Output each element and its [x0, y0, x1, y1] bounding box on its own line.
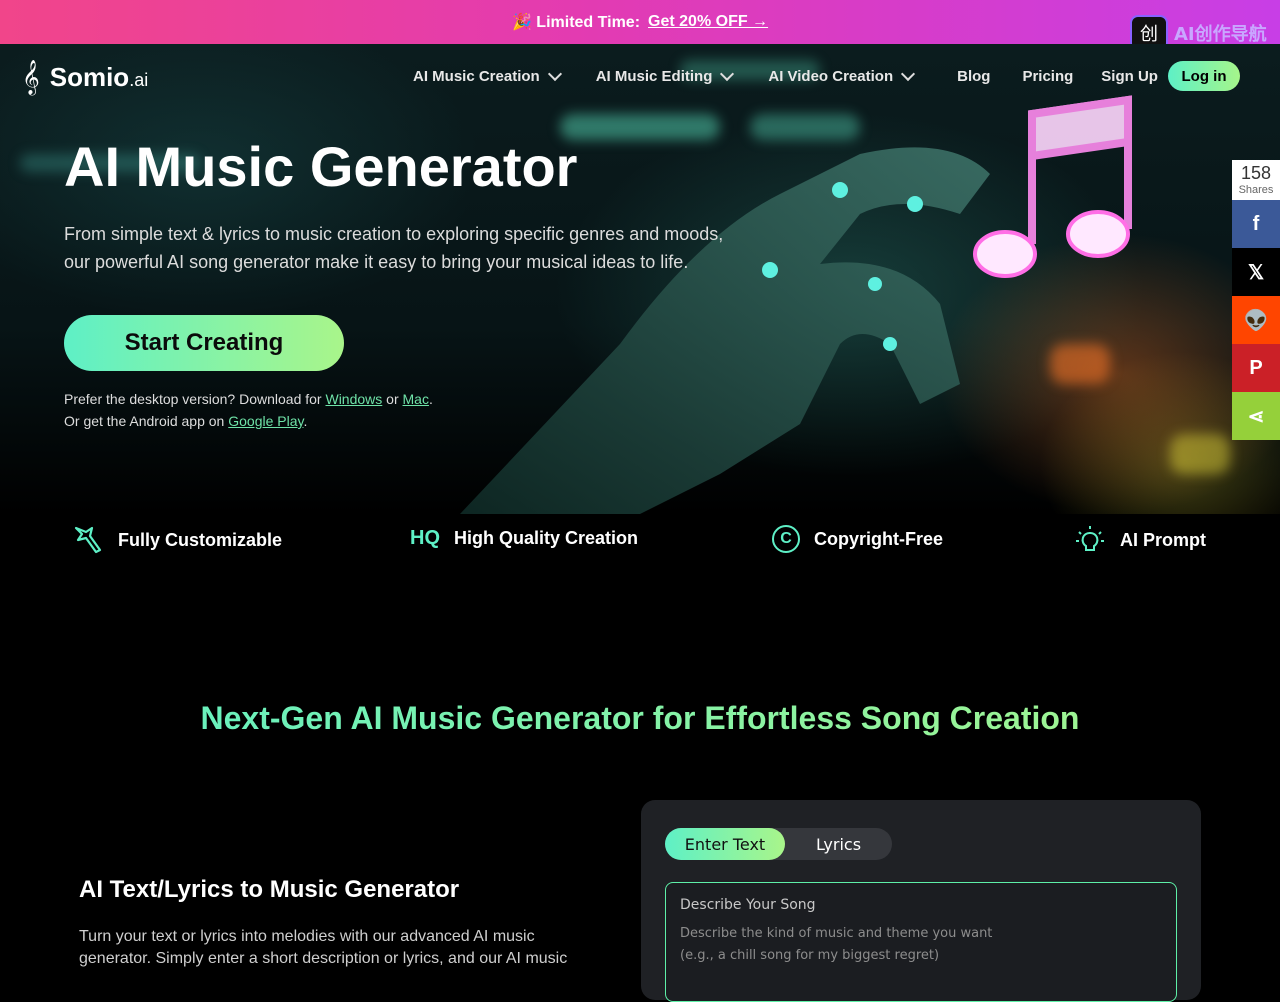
generator-panel: Enter Text Lyrics Describe Your Song Des… [641, 800, 1201, 1002]
feature-customizable: Fully Customizable [72, 524, 282, 556]
site-logo[interactable]: 𝄞 Somio.ai [22, 60, 148, 95]
period-text: . [303, 413, 308, 429]
share-sidebar: 158 Shares f 𝕏 👽 P ⋖ [1232, 160, 1280, 440]
song-description-input[interactable]: Describe Your Song Describe the kind of … [665, 882, 1177, 1002]
section-title: Next-Gen AI Music Generator for Effortle… [0, 700, 1280, 737]
lightbulb-icon [1074, 524, 1106, 556]
promo-cta-link[interactable]: Get 20% OFF → [648, 13, 768, 31]
x-icon: 𝕏 [1247, 261, 1265, 284]
badge-text: AI创作导航 [1174, 24, 1267, 45]
nav-ai-video-creation[interactable]: AI Video Creation [768, 66, 916, 85]
mode-tabs: Enter Text Lyrics [665, 828, 892, 860]
android-prefix: Or get the Android app on [64, 413, 229, 429]
field-placeholder: Describe the kind of music and theme you… [680, 923, 1162, 967]
feature-high-quality: HQ High Quality Creation [410, 527, 638, 550]
main-nav: AI Music Creation AI Music Editing AI Vi… [413, 66, 1158, 85]
hq-icon: HQ [410, 527, 440, 549]
nav-label: AI Music Editing [595, 68, 713, 85]
pinterest-icon: P [1249, 356, 1263, 379]
tab-enter-text[interactable]: Enter Text [665, 828, 785, 860]
login-button[interactable]: Log in [1168, 61, 1240, 91]
share-count-value: 158 [1240, 163, 1272, 183]
feature-label: Copyright-Free [814, 528, 944, 549]
nav-label: Sign Up [1101, 68, 1158, 85]
chevron-down-icon [547, 66, 562, 82]
field-hint: Describe the kind of music and theme you… [680, 926, 993, 941]
feature-label: AI Prompt [1120, 529, 1207, 550]
tab-lyrics[interactable]: Lyrics [785, 828, 892, 860]
mac-link[interactable]: Mac [403, 391, 429, 407]
hero-title: AI Music Generator [64, 135, 578, 198]
promo-banner: 🎉 Limited Time: Get 20% OFF → [0, 0, 1280, 44]
logo-name: Somio [49, 62, 130, 92]
download-prefix: Prefer the desktop version? Download for [64, 391, 326, 407]
feature-ai-prompt: AI Prompt [1074, 524, 1206, 556]
facebook-share-button[interactable]: f [1232, 200, 1280, 248]
share-icon: ⋖ [1247, 405, 1265, 428]
feature-label: Fully Customizable [118, 529, 283, 550]
logo-suffix: .ai [129, 70, 149, 90]
nav-ai-music-editing[interactable]: AI Music Editing [595, 66, 735, 85]
hero-subtitle: From simple text & lyrics to music creat… [64, 224, 724, 272]
field-example: (e.g., a chill song for my biggest regre… [680, 948, 940, 963]
copyright-icon: C [772, 525, 800, 553]
promo-label: 🎉 Limited Time: [511, 14, 641, 31]
more-share-button[interactable]: ⋖ [1232, 392, 1280, 440]
field-label: Describe Your Song [680, 897, 816, 913]
share-count-label: Shares [1238, 184, 1274, 196]
logo-text: Somio.ai [50, 62, 148, 93]
treble-clef-icon: 𝄞 [22, 60, 40, 95]
period-text: . [428, 391, 433, 407]
windows-link[interactable]: Windows [325, 391, 382, 407]
nav-ai-music-creation[interactable]: AI Music Creation [413, 66, 562, 85]
share-count: 158 Shares [1232, 160, 1280, 200]
reddit-share-button[interactable]: 👽 [1232, 296, 1280, 344]
feature-label: High Quality Creation [454, 528, 639, 548]
or-text: or [382, 391, 403, 407]
nav-label: Blog [957, 68, 991, 85]
reddit-icon: 👽 [1243, 309, 1269, 332]
chevron-down-icon [901, 66, 916, 82]
nav-label: AI Music Creation [413, 68, 540, 85]
download-links: Prefer the desktop version? Download for… [64, 388, 433, 432]
nav-blog[interactable]: Blog [957, 68, 990, 85]
start-creating-button[interactable]: Start Creating [64, 315, 344, 371]
magic-wand-icon [72, 524, 104, 556]
generator-heading: AI Text/Lyrics to Music Generator [79, 876, 460, 903]
nav-pricing[interactable]: Pricing [1022, 68, 1073, 85]
google-play-link[interactable]: Google Play [228, 413, 303, 429]
feature-copyright-free: C Copyright-Free [772, 525, 943, 553]
nav-label: Pricing [1022, 68, 1074, 85]
pinterest-share-button[interactable]: P [1232, 344, 1280, 392]
generator-description: Turn your text or lyrics into melodies w… [79, 928, 568, 967]
x-share-button[interactable]: 𝕏 [1232, 248, 1280, 296]
hero-background [0, 44, 1280, 514]
nav-label: AI Video Creation [768, 68, 894, 85]
nav-sign-up[interactable]: Sign Up [1101, 68, 1158, 85]
facebook-icon: f [1252, 212, 1260, 235]
robot-hand-illustration [460, 95, 1132, 514]
chevron-down-icon [720, 66, 735, 82]
